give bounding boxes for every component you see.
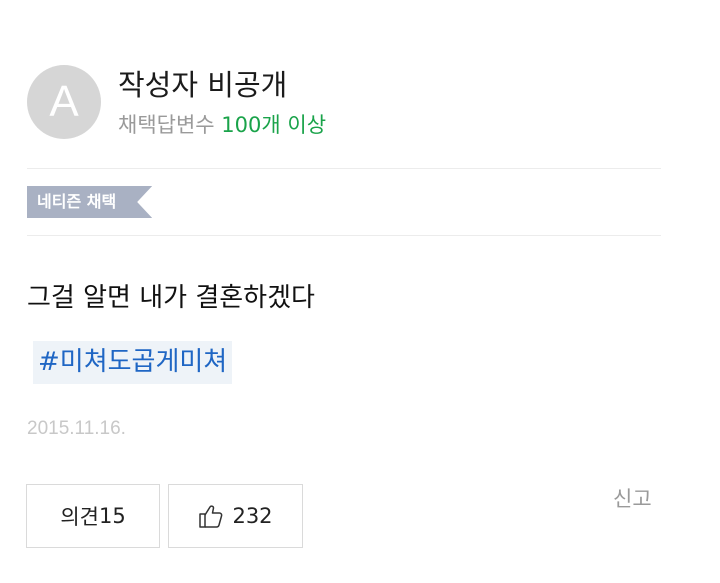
like-count: 232 xyxy=(232,504,273,528)
opinion-count: 15 xyxy=(98,504,126,528)
thumbs-up-icon xyxy=(198,503,224,529)
adopted-answers-label: 채택답변수 xyxy=(118,113,215,137)
answer-text: 그걸 알면 내가 결혼하겠다 xyxy=(27,283,315,313)
post-date: 2015.11.16. xyxy=(27,418,126,439)
hashtag-link[interactable]: #미쳐도곱게미쳐 xyxy=(33,341,233,384)
divider-top xyxy=(27,168,661,169)
author-name: 작성자 비공개 xyxy=(118,68,288,102)
author-meta: 채택답변수 100개 이상 xyxy=(118,109,326,139)
like-button[interactable]: 232 xyxy=(168,484,303,548)
report-link[interactable]: 신고 xyxy=(613,483,652,513)
divider-bottom xyxy=(27,235,661,236)
author-avatar[interactable]: A xyxy=(27,65,101,139)
netizen-adopted-badge: 네티즌 채택 xyxy=(27,186,152,218)
opinion-button[interactable]: 의견 15 xyxy=(26,484,160,548)
opinion-label: 의견 xyxy=(60,505,99,529)
adopted-answers-count: 100개 이상 xyxy=(221,113,327,137)
